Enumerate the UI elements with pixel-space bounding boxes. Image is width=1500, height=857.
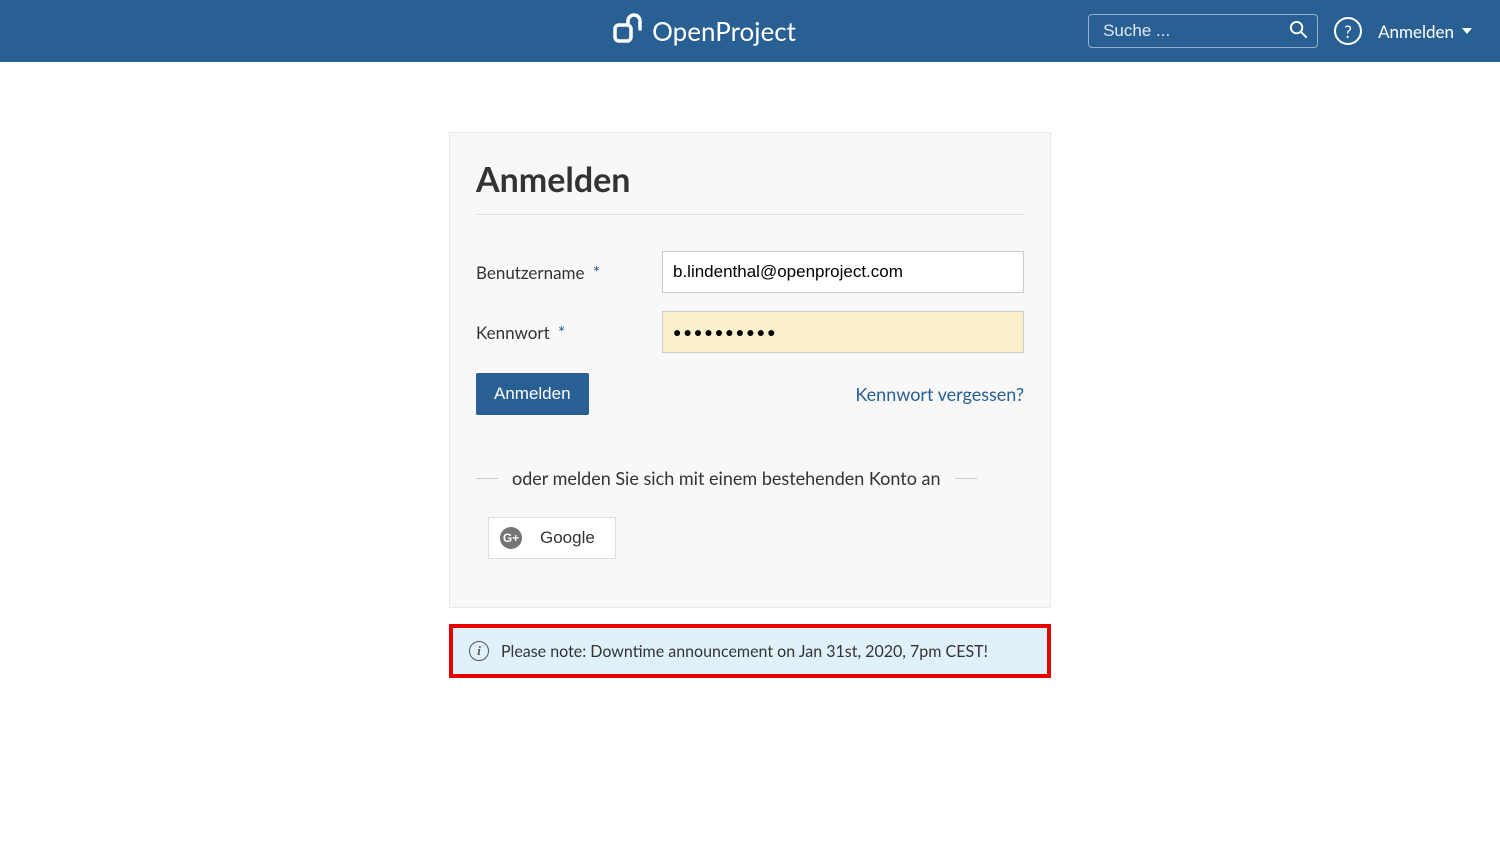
username-row: Benutzername * — [476, 251, 1024, 293]
header-login-dropdown[interactable]: Anmelden — [1378, 21, 1480, 42]
username-input[interactable] — [662, 251, 1024, 293]
header-login-label: Anmelden — [1378, 21, 1454, 42]
search-input[interactable] — [1088, 14, 1318, 48]
google-login-button[interactable]: G+ Google — [488, 517, 616, 559]
chevron-down-icon — [1462, 28, 1472, 34]
forgot-password-link[interactable]: Kennwort vergessen? — [855, 383, 1024, 405]
login-button[interactable]: Anmelden — [476, 373, 589, 415]
divider-line-left — [476, 478, 498, 479]
form-actions: Anmelden Kennwort vergessen? — [476, 373, 1024, 415]
username-label-text: Benutzername — [476, 262, 584, 283]
login-title: Anmelden — [476, 159, 1024, 200]
search-box — [1088, 14, 1318, 48]
announcement-text: Please note: Downtime announcement on Ja… — [501, 642, 988, 661]
openproject-logo-icon — [612, 13, 644, 49]
oauth-divider-text: oder melden Sie sich mit einem bestehend… — [498, 467, 955, 489]
main-content: Anmelden Benutzername * Kennwort * Anmel… — [0, 62, 1500, 678]
oauth-divider: oder melden Sie sich mit einem bestehend… — [476, 467, 1024, 489]
google-plus-icon: G+ — [500, 527, 522, 549]
brand-name: OpenProject — [652, 15, 796, 47]
required-asterisk: * — [558, 322, 565, 343]
divider-line-right — [955, 478, 977, 479]
login-card: Anmelden Benutzername * Kennwort * Anmel… — [449, 132, 1051, 608]
title-divider — [476, 214, 1024, 215]
app-header: OpenProject ? Anmelden — [0, 0, 1500, 62]
help-icon[interactable]: ? — [1334, 17, 1362, 45]
password-label-text: Kennwort — [476, 322, 550, 343]
header-right: ? Anmelden — [1088, 14, 1480, 48]
username-label: Benutzername * — [476, 262, 662, 283]
announcement-notice: i Please note: Downtime announcement on … — [449, 624, 1051, 678]
password-label: Kennwort * — [476, 322, 662, 343]
google-label: Google — [540, 528, 595, 548]
password-row: Kennwort * — [476, 311, 1024, 353]
info-icon: i — [469, 641, 489, 661]
required-asterisk: * — [593, 262, 600, 283]
password-input[interactable] — [662, 311, 1024, 353]
brand[interactable]: OpenProject — [612, 13, 796, 49]
